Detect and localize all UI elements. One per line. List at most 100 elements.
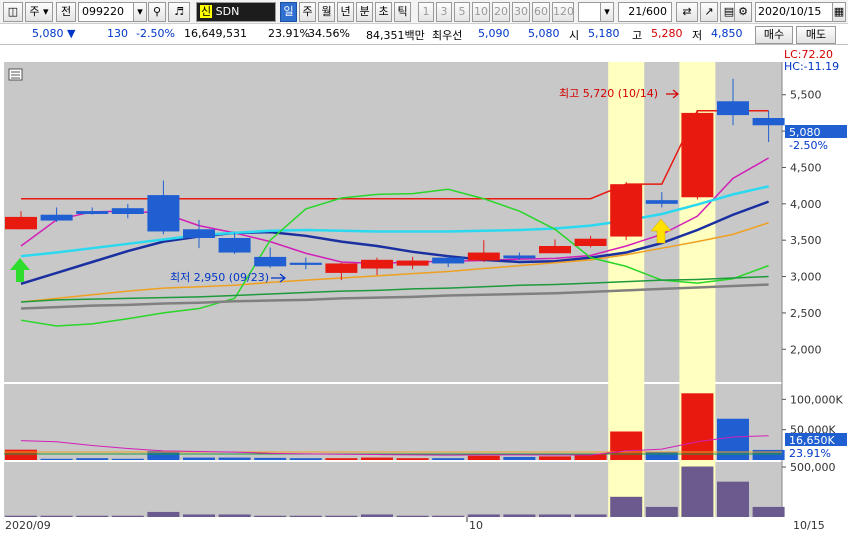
volume-bar xyxy=(183,457,215,460)
high-price: 5,280 xyxy=(651,27,683,40)
stock-name-box[interactable]: 신 SDN xyxy=(196,2,276,22)
lower-bar xyxy=(218,514,251,517)
x-label-mid: 10 xyxy=(469,519,483,532)
period-day[interactable]: 일 xyxy=(280,2,297,22)
prev-button[interactable]: 전 xyxy=(56,2,76,22)
turnover-pct: 23.91% xyxy=(268,27,310,40)
period-year[interactable]: 년 xyxy=(337,2,354,22)
lower-bar xyxy=(111,515,144,517)
down-arrow-icon: ▼ xyxy=(67,27,76,40)
candle-body xyxy=(503,255,536,259)
gear-icon[interactable]: ⚙ xyxy=(734,2,752,22)
volume-bar xyxy=(467,455,500,460)
market-select[interactable]: 주 ▾ xyxy=(25,2,53,22)
count-input[interactable]: 21/600 xyxy=(618,2,672,22)
current-change-tag: -2.50% xyxy=(789,139,828,152)
minute-3[interactable]: 3 xyxy=(436,2,452,22)
low-label: 저 xyxy=(692,29,703,42)
volume-bar xyxy=(5,449,37,460)
speaker-icon[interactable]: ♬ xyxy=(168,2,190,22)
date-field[interactable]: 2020/10/15 xyxy=(755,2,835,22)
price-tick-label: 4,500 xyxy=(790,161,822,174)
candle-body xyxy=(147,195,180,232)
period-month[interactable]: 월 xyxy=(318,2,335,22)
minute-60[interactable]: 60 xyxy=(532,2,550,22)
volume-bar xyxy=(503,456,536,460)
lower-bar xyxy=(467,514,500,517)
volume-bar xyxy=(111,458,144,460)
candle-body xyxy=(183,229,215,238)
chart-area[interactable]: 2,0002,5003,0003,5004,0004,5005,0005,500… xyxy=(0,45,848,534)
search-icon[interactable]: ⚲ xyxy=(148,2,166,22)
volume-bar xyxy=(539,456,571,460)
price-tick-label: 2,500 xyxy=(790,307,822,320)
scroll-icon[interactable]: ⇄ xyxy=(676,2,698,22)
bid-price: 5,080 xyxy=(528,27,560,40)
lower-bar xyxy=(539,514,571,517)
candle-body xyxy=(574,238,607,246)
calendar-icon[interactable]: ▦ xyxy=(832,2,846,22)
volume-tick-label: 100,000K xyxy=(790,393,843,406)
lower-bar xyxy=(574,514,607,517)
volume-bar xyxy=(610,431,643,460)
volume-bar xyxy=(76,458,109,460)
lower-bar xyxy=(396,515,429,517)
name-tag: 신 xyxy=(200,5,213,18)
draw-icon[interactable]: ↗ xyxy=(700,2,718,22)
lower-bar xyxy=(645,506,678,517)
candle-body xyxy=(5,216,37,230)
candle-body xyxy=(76,211,109,214)
candle-body xyxy=(254,256,287,267)
candle-body xyxy=(111,208,144,214)
high-note: 최고 5,720 (10/14) xyxy=(559,87,658,100)
candle-body xyxy=(325,263,358,273)
volume-bar xyxy=(645,452,678,460)
price-tick-label: 5,500 xyxy=(790,89,822,102)
price-tick-label: 3,500 xyxy=(790,234,822,247)
volume-bar xyxy=(396,458,429,460)
chevron-down-icon[interactable]: ▾ xyxy=(133,2,147,22)
lower-bar xyxy=(254,515,287,517)
lower-bar xyxy=(40,515,73,517)
price-chart[interactable]: 2,0002,5003,0003,5004,0004,5005,0005,500… xyxy=(0,45,848,534)
market-label: 주 xyxy=(29,5,40,18)
volume-bar xyxy=(40,458,73,460)
minute-10[interactable]: 10 xyxy=(472,2,490,22)
stock-code: 099220 xyxy=(82,5,124,18)
x-label-start: 2020/09 xyxy=(5,519,51,532)
candle-body xyxy=(289,262,322,265)
buy-button[interactable]: 매수 xyxy=(755,26,793,44)
candle-body xyxy=(467,252,500,261)
current-price: 5,080 xyxy=(32,27,64,40)
lower-bar xyxy=(325,515,358,517)
lower-tick-label: 500,000 xyxy=(790,461,836,474)
period-tick[interactable]: 틱 xyxy=(394,2,411,22)
toolbar: ◫ 주 ▾ 전 099220 ▾ ⚲ ♬ 신 SDN 일 주 월 년 분 초 틱… xyxy=(0,0,848,24)
minute-5[interactable]: 5 xyxy=(454,2,470,22)
hc-label: HC:-11.19 xyxy=(784,60,839,73)
volume-bar xyxy=(218,457,251,460)
period-minute[interactable]: 분 xyxy=(356,2,373,22)
change-pct: -2.50% xyxy=(136,27,175,40)
ask-price: 5,090 xyxy=(478,27,510,40)
window-icon[interactable]: ◫ xyxy=(3,2,23,22)
period-week[interactable]: 주 xyxy=(299,2,316,22)
volume-bar xyxy=(752,449,785,460)
minute-20[interactable]: 20 xyxy=(492,2,510,22)
lower-bar xyxy=(610,496,643,517)
price-tick-label: 4,000 xyxy=(790,198,822,211)
period-second[interactable]: 초 xyxy=(375,2,392,22)
lower-bar xyxy=(361,514,393,517)
minute-30[interactable]: 30 xyxy=(512,2,530,22)
minute-120[interactable]: 120 xyxy=(552,2,574,22)
minute-1[interactable]: 1 xyxy=(418,2,434,22)
candle-body xyxy=(681,112,714,198)
lower-bar xyxy=(147,511,180,517)
low-price: 4,850 xyxy=(711,27,743,40)
x-label-end: 10/15 xyxy=(793,519,825,532)
lower-bar xyxy=(289,515,322,517)
interval-chevron-icon[interactable]: ▾ xyxy=(600,2,614,22)
sell-button[interactable]: 매도 xyxy=(796,26,836,44)
open-label: 시 xyxy=(569,29,580,42)
trade-value: 84,351백만 xyxy=(366,29,425,42)
